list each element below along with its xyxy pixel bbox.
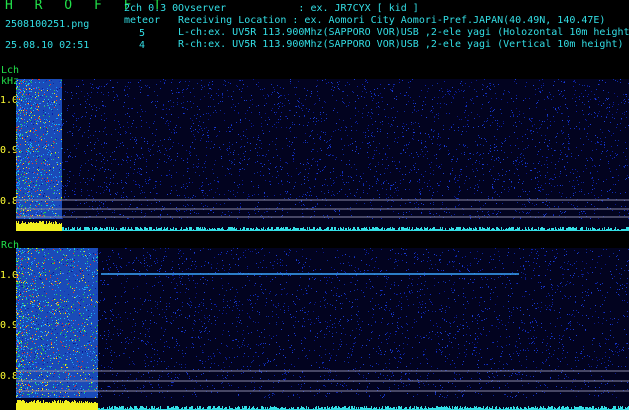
rch-receiver-line: R-ch:ex. UV5R 113.900Mhz(SAPPORO VOR)USB…: [178, 39, 624, 50]
meteor-label: meteor: [124, 15, 161, 26]
rch-meteor-count: 4: [139, 40, 146, 51]
datetime-label: 25.08.10 02:51: [5, 40, 90, 51]
station-info: Ovserver : ex. JR7CYX [ kid ] Receiving …: [178, 3, 629, 51]
observer-line: Ovserver : ex. JR7CYX [ kid ]: [178, 3, 419, 14]
channel-mode-label: 2ch 0.3 0: [124, 3, 179, 14]
lch-spectrogram-canvas: [16, 79, 629, 231]
rch-spectrogram-canvas: [16, 248, 629, 410]
filename-label: 2508100251.png: [5, 19, 90, 30]
lch-spectrogram: [16, 79, 629, 231]
lch-receiver-line: L-ch:ex. UV5R 113.900Mhz(SAPPORO VOR)USB…: [178, 27, 629, 38]
location-line: Receiving Location : ex. Aomori City Aom…: [178, 15, 606, 26]
spectrogram-background: [16, 248, 629, 410]
lch-meteor-count: 5: [139, 28, 146, 39]
rch-spectrogram: [16, 248, 629, 410]
